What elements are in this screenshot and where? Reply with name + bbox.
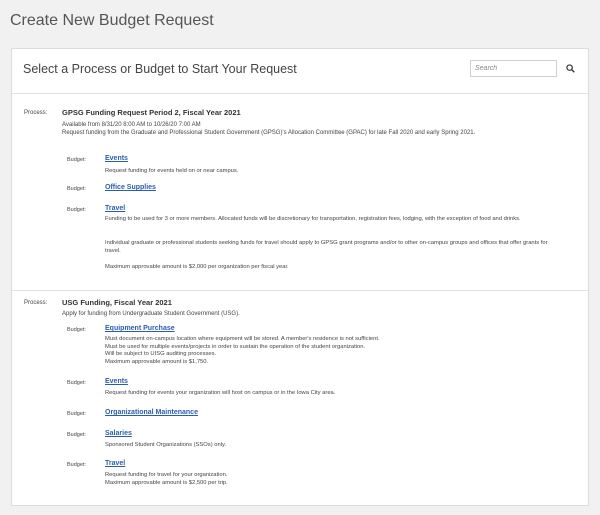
process-title: USG Funding, Fiscal Year 2021 (62, 298, 172, 307)
budget-description: Must document on-campus location where e… (105, 336, 380, 342)
process-availability: Available from 8/31/20 8:00 AM to 10/26/… (62, 122, 201, 128)
budget-link-salaries[interactable]: Salaries (105, 430, 132, 437)
process-label: Process: (24, 110, 48, 116)
budget-description: Maximum approvable amount is $1,750. (105, 358, 209, 365)
budget-label: Budget: (67, 157, 86, 163)
budget-description: Request funding for events your organiza… (105, 390, 336, 396)
panel-title: Select a Process or Budget to Start Your… (23, 62, 297, 76)
budget-description: Request funding for travel for your orga… (105, 472, 228, 478)
budget-label: Budget: (67, 432, 86, 438)
budget-label: Budget: (67, 380, 86, 386)
budget-link-office-supplies[interactable]: Office Supplies (105, 184, 156, 191)
search-icon (565, 63, 575, 73)
budget-label: Budget: (67, 462, 86, 468)
budget-description: Maximum approvable amount is $2,500 per … (105, 479, 228, 486)
budget-link-events[interactable]: Events (105, 378, 128, 385)
budget-link-equipment-purchase[interactable]: Equipment Purchase (105, 325, 175, 332)
budget-description: Individual graduate or professional stud… (105, 240, 548, 254)
panel-header: Select a Process or Budget to Start Your… (12, 49, 588, 94)
budget-description: Sponsored Student Organizations (SSOs) o… (105, 442, 227, 448)
budget-link-organizational-maintenance[interactable]: Organizational Maintenance (105, 409, 198, 416)
budget-label: Budget: (67, 207, 86, 213)
budget-link-travel[interactable]: Travel (105, 205, 125, 212)
budget-description: Request funding for events held on or ne… (105, 168, 239, 174)
budget-label: Budget: (67, 411, 86, 417)
budget-label: Budget: (67, 186, 86, 192)
budget-description: Maximum approvable amount is $2,000 per … (105, 264, 289, 270)
budget-label: Budget: (67, 327, 86, 333)
search-button[interactable] (563, 61, 577, 75)
page-title: Create New Budget Request (10, 12, 214, 29)
budget-description: Will be subject to UISG auditing process… (105, 351, 217, 357)
budget-link-travel[interactable]: Travel (105, 460, 125, 467)
process-description: Apply for funding from Undergraduate Stu… (62, 311, 240, 317)
process-title: GPSG Funding Request Period 2, Fiscal Ye… (62, 108, 241, 117)
process-description: Request funding from the Graduate and Pr… (62, 130, 476, 136)
process-label: Process: (24, 300, 48, 306)
process-usg: Process: USG Funding, Fiscal Year 2021 A… (12, 291, 588, 505)
process-gpsg: Process: GPSG Funding Request Period 2, … (12, 94, 588, 291)
budget-selection-panel: Select a Process or Budget to Start Your… (11, 48, 589, 506)
budget-description: Funding to be used for 3 or more members… (105, 216, 521, 222)
search-input[interactable] (470, 60, 557, 77)
budget-description: Must be used for multiple events/project… (105, 343, 366, 350)
budget-link-events[interactable]: Events (105, 155, 128, 162)
